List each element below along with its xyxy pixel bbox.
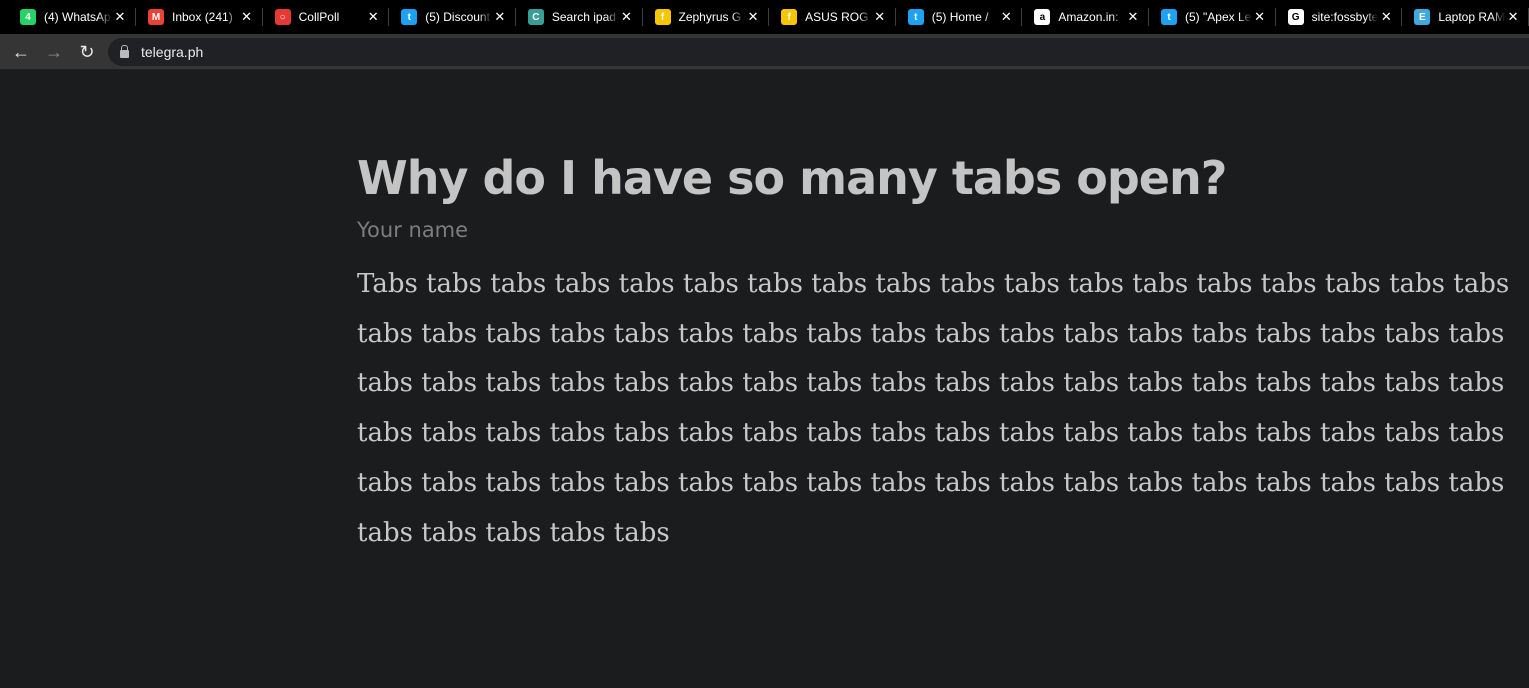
url-text: telegra.ph [141,44,204,60]
close-tab-icon[interactable]: ✕ [1505,9,1521,25]
twitter-icon: t [401,9,418,25]
tab-title: Laptop RAM [1438,10,1506,24]
tab-title: Zephyrus G [678,10,742,24]
tab[interactable]: Gsite:fossbyte ✕ [1276,0,1403,34]
tab-strip: 4 (4) WhatsApp ✕ M Inbox (241) ✕ ○ CollPoll ✕ t (5… [0,0,1529,34]
tab[interactable]: t (5) Home / ✕ [896,0,1023,34]
page-icon: E [1414,9,1431,25]
google-icon: G [1287,9,1304,25]
article: Why do I have so many tabs open? Your na… [357,140,1529,558]
close-tab-icon[interactable]: ✕ [239,9,255,25]
article-title[interactable]: Why do I have so many tabs open? [357,140,1529,216]
back-button[interactable]: ← [9,40,33,64]
gmail-icon: M [148,9,164,25]
tab-title: Amazon.in: [1058,10,1119,24]
tab-title: site:fossbyte [1311,10,1379,24]
close-tab-icon[interactable]: ✕ [1378,9,1394,25]
tab[interactable]: f Zephyrus G ✕ [643,0,770,34]
arrow-right-icon: → [45,42,63,62]
close-tab-icon[interactable]: ✕ [1252,9,1268,25]
close-tab-icon[interactable]: ✕ [872,9,888,25]
twitter-icon: t [907,9,924,25]
twitter-icon: t [1161,9,1177,25]
whatsapp-icon: 4 [20,9,36,25]
tab[interactable]: M Inbox (241) ✕ [136,0,263,34]
tab[interactable]: t (5) Discount ✕ [389,0,516,34]
reload-button[interactable]: ↻ [75,40,99,64]
article-body[interactable]: Tabs tabs tabs tabs tabs tabs tabs tabs … [357,260,1527,558]
tab[interactable]: E Laptop RAM ✕ [1402,0,1529,34]
close-tab-icon[interactable]: ✕ [492,9,508,25]
tab-title: Search ipad [551,10,616,24]
lock-icon[interactable] [120,45,129,58]
browser-toolbar: ← → ↻ telegra.ph [0,34,1529,70]
tab-title: (5) "Apex Le [1185,10,1252,24]
tab-title: (5) Home / [931,10,989,24]
address-bar[interactable]: telegra.ph [108,38,1529,66]
close-tab-icon[interactable]: ✕ [619,9,635,25]
tab[interactable]: a Amazon.in: ✕ [1022,0,1149,34]
arrow-left-icon: ← [12,42,30,62]
c-icon: C [527,9,544,25]
tab[interactable]: 4 (4) WhatsApp ✕ [8,0,136,34]
tab[interactable]: f ASUS ROG ✕ [769,0,896,34]
close-tab-icon[interactable]: ✕ [745,9,761,25]
close-tab-icon[interactable]: ✕ [112,9,128,25]
close-tab-icon[interactable]: ✕ [998,9,1014,25]
close-tab-icon[interactable]: ✕ [1125,9,1141,25]
tab[interactable]: t (5) "Apex Le ✕ [1149,0,1276,34]
amazon-icon: a [1034,9,1051,25]
author-field[interactable]: Your name [357,218,1529,242]
flipkart-icon: f [654,9,671,25]
tab[interactable]: ○ CollPoll ✕ [263,0,390,34]
tab[interactable]: C Search ipad ✕ [516,0,643,34]
tab-title: ASUS ROG [805,10,869,24]
tab-title: (4) WhatsApp [44,10,112,24]
flipkart-icon: f [781,9,798,25]
forward-button[interactable]: → [42,40,66,64]
tab-title: (5) Discount [425,10,490,24]
collpoll-icon: ○ [274,9,291,25]
reload-icon: ↻ [79,42,95,62]
tab-title: Inbox (241) [172,10,233,24]
close-tab-icon[interactable]: ✕ [365,9,381,25]
tab-title: CollPoll [298,10,340,24]
